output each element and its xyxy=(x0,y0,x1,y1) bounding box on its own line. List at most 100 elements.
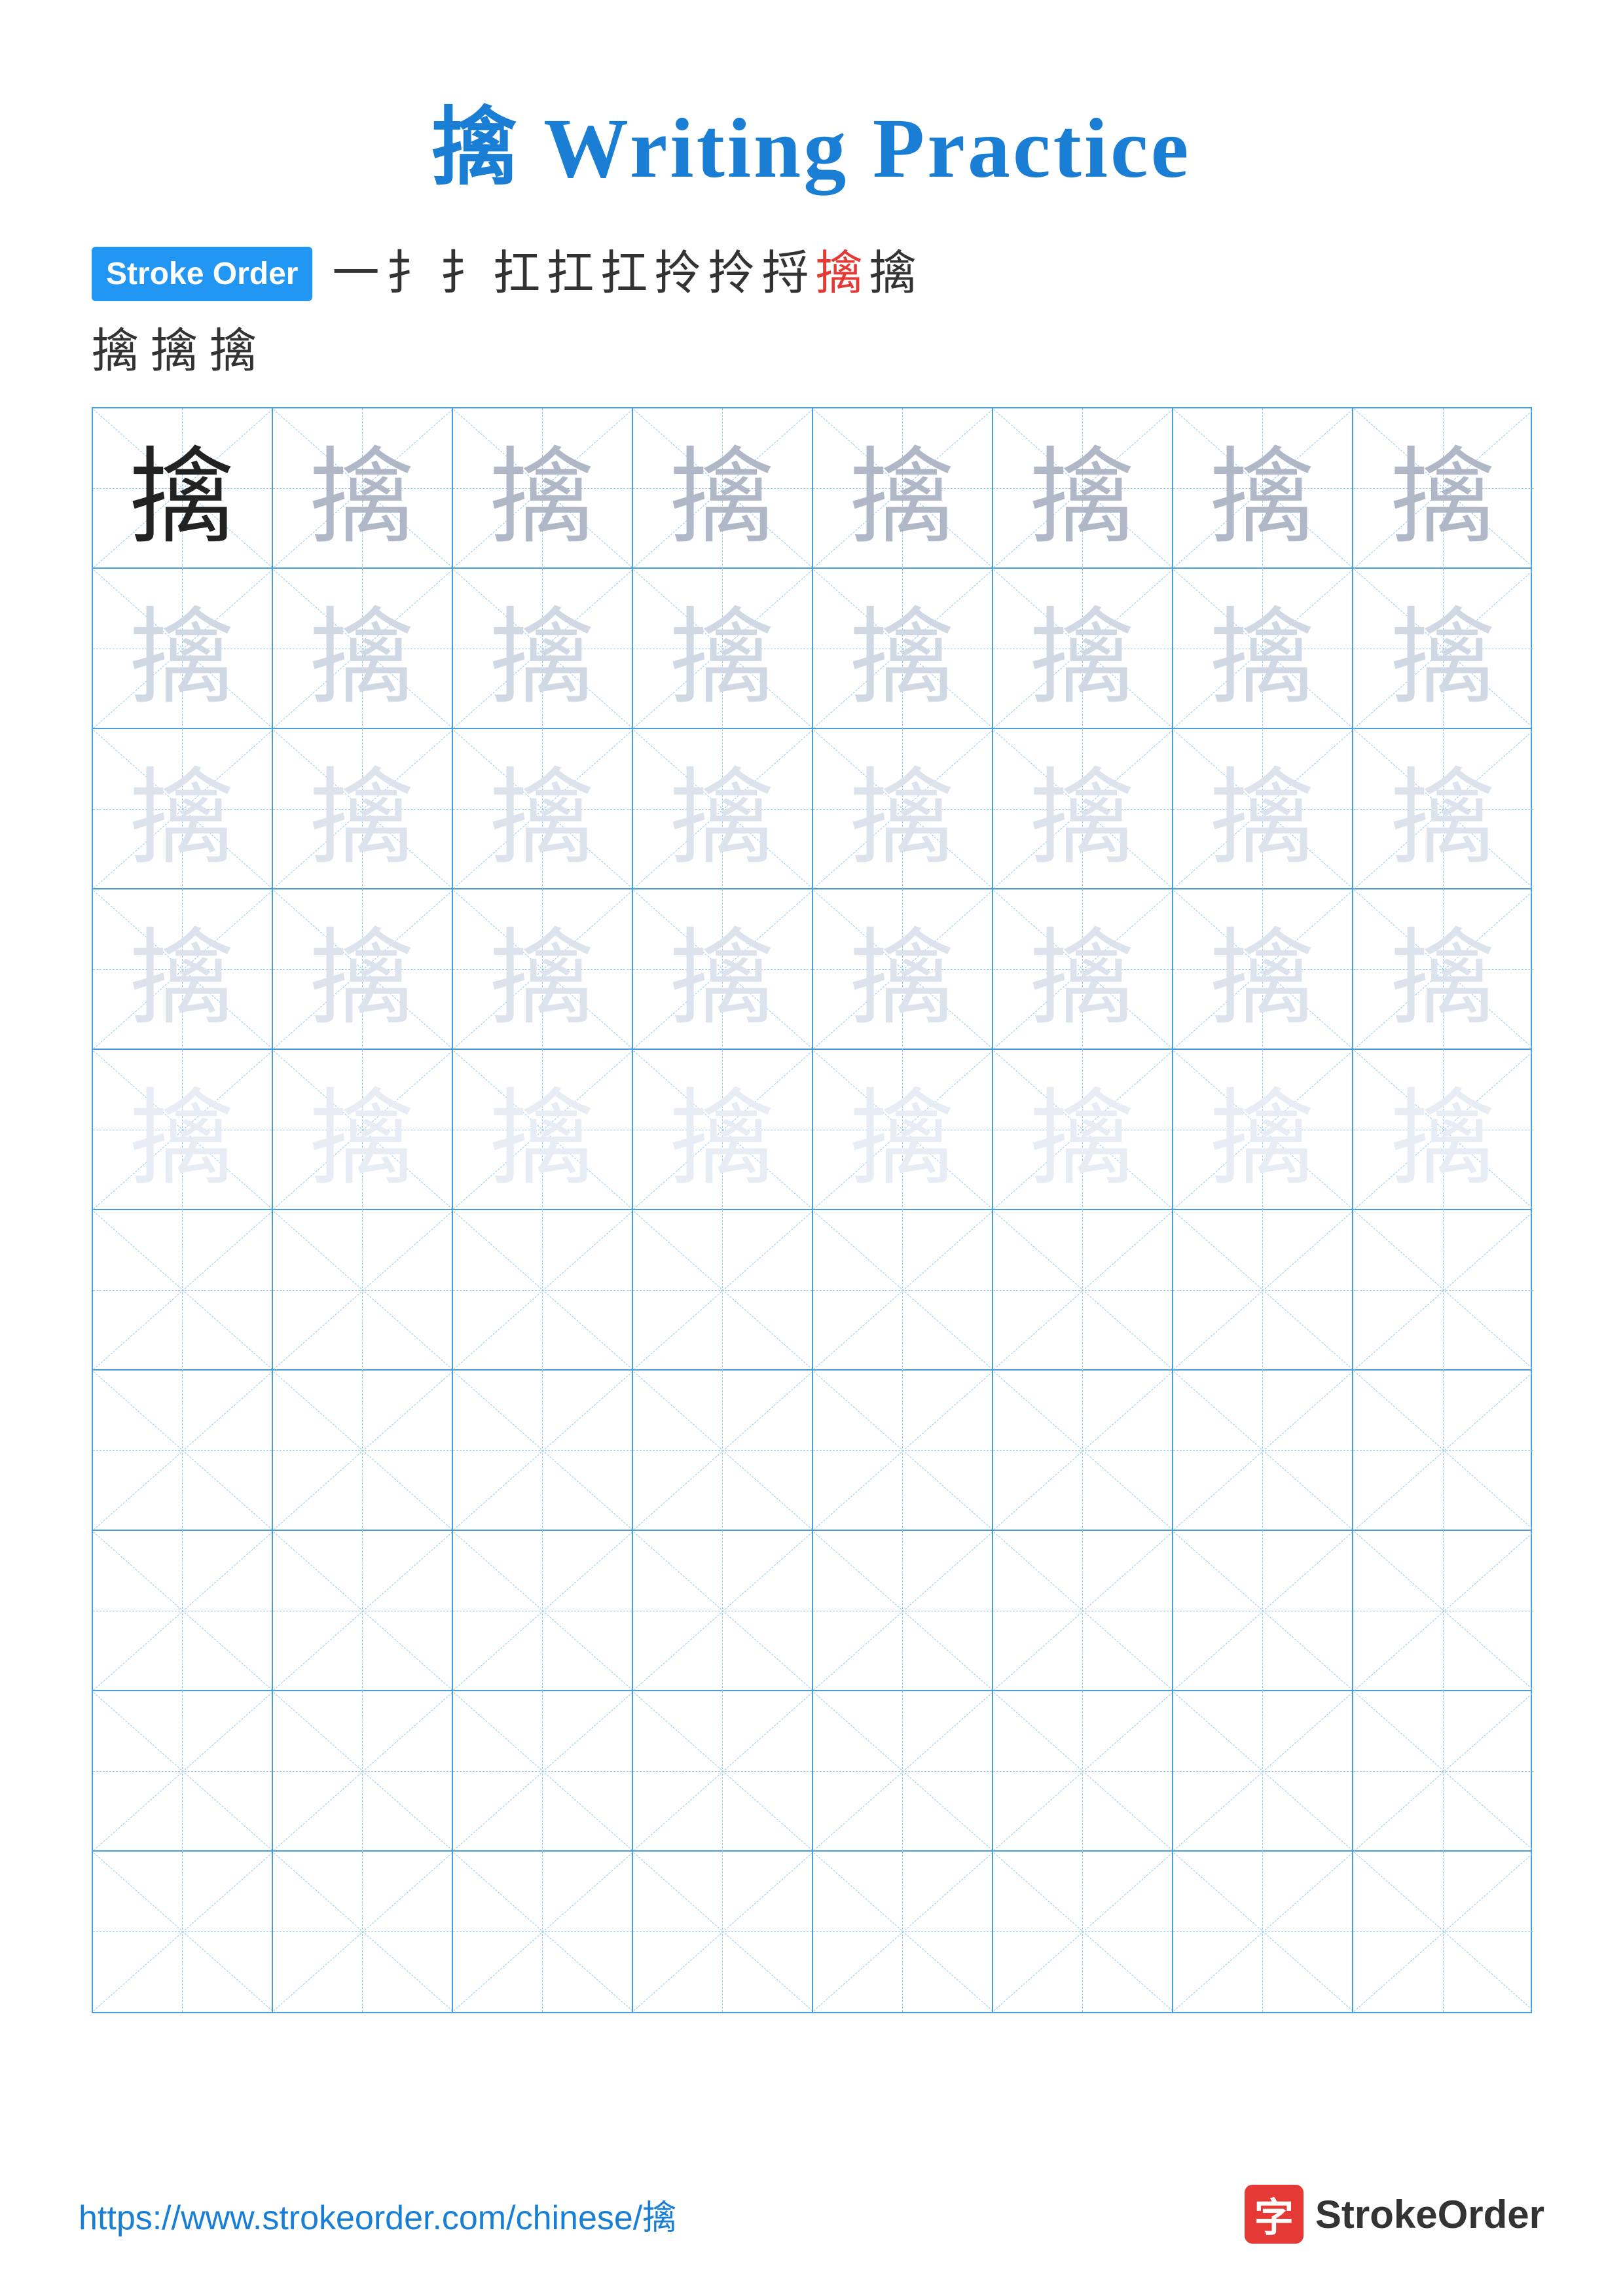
grid-cell[interactable] xyxy=(453,1210,633,1371)
grid-cell[interactable]: 擒 xyxy=(453,729,633,889)
grid-cell[interactable]: 擒 xyxy=(273,889,453,1050)
grid-cell[interactable]: 擒 xyxy=(993,569,1173,729)
practice-char: 擒 xyxy=(1210,893,1315,1045)
grid-cell[interactable]: 擒 xyxy=(1173,408,1353,569)
practice-char: 擒 xyxy=(490,412,594,564)
grid-cell[interactable] xyxy=(1173,1210,1353,1371)
grid-cell[interactable]: 擒 xyxy=(993,729,1173,889)
grid-cell[interactable] xyxy=(633,1531,813,1691)
page-title: 擒 Writing Practice xyxy=(432,79,1192,202)
grid-cell[interactable]: 擒 xyxy=(813,569,993,729)
practice-char: 擒 xyxy=(310,412,414,564)
grid-cell[interactable]: 擒 xyxy=(633,569,813,729)
grid-cell[interactable] xyxy=(93,1852,273,2012)
grid-cell[interactable] xyxy=(453,1371,633,1531)
grid-cell[interactable] xyxy=(993,1210,1173,1371)
grid-cell[interactable]: 擒 xyxy=(453,1050,633,1210)
grid-cell[interactable] xyxy=(993,1371,1173,1531)
grid-cell[interactable] xyxy=(993,1691,1173,1852)
grid-cell[interactable]: 擒 xyxy=(993,1050,1173,1210)
grid-cell[interactable] xyxy=(93,1531,273,1691)
grid-cell[interactable] xyxy=(453,1691,633,1852)
grid-cell[interactable] xyxy=(1353,1531,1533,1691)
practice-char: 擒 xyxy=(1030,573,1135,725)
grid-cell[interactable] xyxy=(1353,1210,1533,1371)
grid-cell[interactable]: 擒 xyxy=(813,729,993,889)
grid-cell[interactable] xyxy=(1173,1531,1353,1691)
grid-cell[interactable]: 擒 xyxy=(1353,889,1533,1050)
grid-cell[interactable] xyxy=(1173,1371,1353,1531)
grid-cell[interactable]: 擒 xyxy=(1173,569,1353,729)
grid-cell[interactable]: 擒 xyxy=(633,408,813,569)
grid-cell[interactable] xyxy=(813,1852,993,2012)
grid-cell[interactable] xyxy=(93,1371,273,1531)
grid-cell[interactable] xyxy=(1353,1852,1533,2012)
grid-cell[interactable]: 擒 xyxy=(813,889,993,1050)
practice-char: 擒 xyxy=(490,733,594,885)
grid-cell[interactable]: 擒 xyxy=(993,889,1173,1050)
grid-cell[interactable] xyxy=(453,1531,633,1691)
grid-row-5: 擒 擒 擒 擒 xyxy=(93,1050,1531,1210)
practice-char: 擒 xyxy=(130,733,234,885)
grid-cell[interactable] xyxy=(633,1210,813,1371)
grid-cell[interactable] xyxy=(1173,1691,1353,1852)
grid-cell[interactable]: 擒 xyxy=(1353,729,1533,889)
grid-cell[interactable] xyxy=(93,1691,273,1852)
grid-cell[interactable]: 擒 xyxy=(453,569,633,729)
grid-cell[interactable] xyxy=(633,1371,813,1531)
grid-cell[interactable]: 擒 xyxy=(93,408,273,569)
grid-cell[interactable] xyxy=(1173,1852,1353,2012)
grid-cell[interactable]: 擒 xyxy=(813,1050,993,1210)
grid-cell[interactable]: 擒 xyxy=(273,408,453,569)
grid-cell[interactable] xyxy=(1353,1371,1533,1531)
grid-cell[interactable]: 擒 xyxy=(813,408,993,569)
grid-cell[interactable] xyxy=(993,1852,1173,2012)
grid-cell[interactable]: 擒 xyxy=(633,889,813,1050)
grid-cell[interactable] xyxy=(273,1691,453,1852)
stroke-order-row: Stroke Order 一 扌 扌 扛 扛 扛 拎 拎 捋 擒 擒 xyxy=(92,241,1544,307)
grid-cell[interactable] xyxy=(273,1371,453,1531)
practice-char: 擒 xyxy=(850,1054,955,1206)
grid-cell[interactable] xyxy=(813,1531,993,1691)
grid-cell[interactable]: 擒 xyxy=(453,889,633,1050)
grid-cell[interactable]: 擒 xyxy=(993,408,1173,569)
grid-cell[interactable] xyxy=(993,1531,1173,1691)
grid-cell[interactable]: 擒 xyxy=(93,729,273,889)
grid-cell[interactable]: 擒 xyxy=(633,1050,813,1210)
grid-cell[interactable] xyxy=(813,1210,993,1371)
grid-cell[interactable]: 擒 xyxy=(1353,408,1533,569)
grid-cell[interactable]: 擒 xyxy=(93,569,273,729)
grid-cell[interactable]: 擒 xyxy=(1173,889,1353,1050)
grid-cell[interactable] xyxy=(93,1210,273,1371)
grid-cell[interactable] xyxy=(633,1852,813,2012)
stroke-6: 扛 xyxy=(601,241,648,307)
stroke-1: 一 xyxy=(332,241,379,307)
grid-cell[interactable]: 擒 xyxy=(453,408,633,569)
grid-cell[interactable]: 擒 xyxy=(1353,1050,1533,1210)
footer-url[interactable]: https://www.strokeorder.com/chinese/擒 xyxy=(79,2190,676,2239)
grid-row-1: 擒 擒 擒 擒 xyxy=(93,408,1531,569)
grid-cell[interactable] xyxy=(813,1371,993,1531)
stroke-8: 拎 xyxy=(708,241,756,307)
grid-cell[interactable]: 擒 xyxy=(1173,1050,1353,1210)
grid-cell[interactable]: 擒 xyxy=(1353,569,1533,729)
grid-cell[interactable]: 擒 xyxy=(93,889,273,1050)
grid-cell[interactable] xyxy=(273,1210,453,1371)
stroke-continuation: 擒 擒 擒 xyxy=(92,312,1544,381)
grid-cell[interactable] xyxy=(453,1852,633,2012)
stroke-order-section: Stroke Order 一 扌 扌 扛 扛 扛 拎 拎 捋 擒 擒 擒 擒 擒 xyxy=(79,241,1544,381)
grid-row-6 xyxy=(93,1210,1531,1371)
grid-cell[interactable] xyxy=(633,1691,813,1852)
grid-cell[interactable]: 擒 xyxy=(273,1050,453,1210)
grid-cell[interactable]: 擒 xyxy=(273,729,453,889)
grid-cell[interactable] xyxy=(273,1852,453,2012)
grid-cell[interactable] xyxy=(1353,1691,1533,1852)
grid-cell[interactable]: 擒 xyxy=(93,1050,273,1210)
stroke-4: 扛 xyxy=(493,241,540,307)
grid-cell[interactable]: 擒 xyxy=(633,729,813,889)
grid-row-3: 擒 擒 擒 擒 xyxy=(93,729,1531,889)
grid-cell[interactable]: 擒 xyxy=(273,569,453,729)
grid-cell[interactable]: 擒 xyxy=(1173,729,1353,889)
grid-cell[interactable] xyxy=(273,1531,453,1691)
grid-cell[interactable] xyxy=(813,1691,993,1852)
